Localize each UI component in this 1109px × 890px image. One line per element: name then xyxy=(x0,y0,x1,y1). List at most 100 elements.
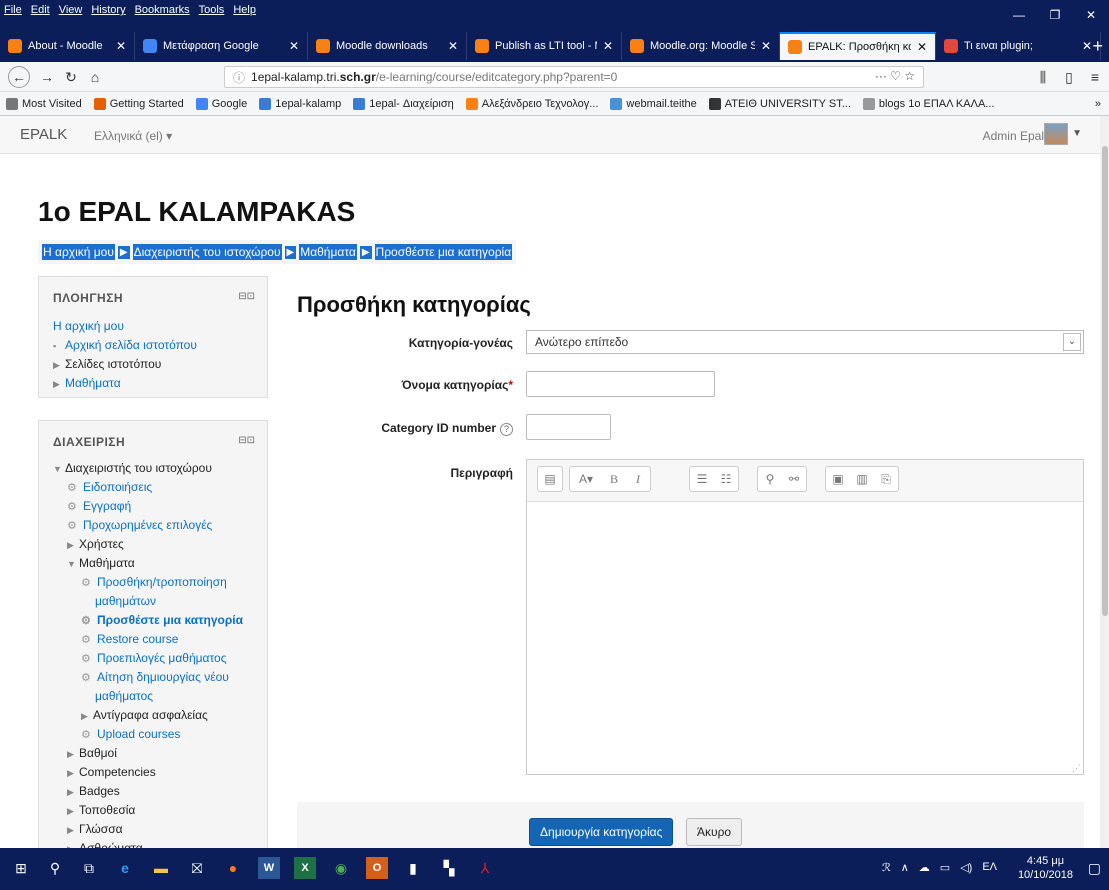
menu-item-help[interactable]: Help xyxy=(233,4,256,16)
outlook-icon[interactable]: O xyxy=(366,857,388,879)
input-language[interactable]: ΕΛ xyxy=(982,861,997,874)
admin-item[interactable]: ⚙ Προχωρημένες επιλογές xyxy=(53,516,259,535)
user-name[interactable]: Admin Epal xyxy=(983,129,1044,143)
tab-1[interactable]: About - Moodle ✕ xyxy=(0,32,135,60)
ordered-list-icon[interactable]: ☷ xyxy=(714,467,738,491)
nav-item[interactable]: Η αρχική μου xyxy=(53,317,259,336)
task-view-icon[interactable]: ⧉ xyxy=(78,857,100,879)
parent-category-select[interactable]: Ανώτερο επίπεδο ⌄ xyxy=(526,330,1084,354)
manage-files-icon[interactable]: ⎘ xyxy=(874,467,898,491)
bookmark-8[interactable]: ΑΤΕΙΘ UNIVERSITY ST... xyxy=(708,97,851,110)
admin-item[interactable]: ▶ Χρήστες xyxy=(53,535,259,554)
bookmark-9[interactable]: blogs 1ο ΕΠΑΛ ΚΑΛΑ... xyxy=(862,97,994,110)
editor-content-area[interactable] xyxy=(527,502,1083,774)
edge-icon[interactable]: e xyxy=(114,857,136,879)
bookmarks-overflow-icon[interactable]: » xyxy=(1095,98,1101,110)
avatar[interactable] xyxy=(1044,123,1068,145)
restore-icon[interactable]: ❐ xyxy=(1037,0,1073,30)
clock[interactable]: 4:45 μμ 10/10/2018 xyxy=(1018,854,1073,882)
breadcrumb-item[interactable]: Μαθήματα xyxy=(299,244,357,260)
admin-item[interactable]: ⚙ Αίτηση δημιουργίας νέου xyxy=(53,668,259,687)
block-controls-icon[interactable]: ⊟⊡ xyxy=(238,435,255,446)
nav-item[interactable]: ▶ Σελίδες ιστοτόπου xyxy=(53,355,259,374)
admin-item[interactable]: ⚙ Ειδοποιήσεις xyxy=(53,478,259,497)
block-controls-icon[interactable]: ⊟⊡ xyxy=(238,291,255,302)
network-app-icon[interactable]: ▚ xyxy=(438,857,460,879)
volume-icon[interactable]: ◁) xyxy=(960,861,972,874)
chevron-down-icon[interactable]: ⌄ xyxy=(1063,333,1081,351)
menu-item-bookmarks[interactable]: Bookmarks xyxy=(135,4,190,16)
scrollbar-thumb[interactable] xyxy=(1102,146,1108,616)
create-category-button[interactable]: Δημιουργία κατηγορίας xyxy=(529,818,674,846)
back-icon[interactable]: ← xyxy=(8,66,30,88)
info-icon[interactable]: ⓘ xyxy=(233,69,245,86)
tab-close-icon[interactable]: ✕ xyxy=(116,39,126,53)
admin-item[interactable]: ▼ Μαθήματα xyxy=(53,554,259,573)
page-scrollbar[interactable] xyxy=(1100,116,1109,848)
image-icon[interactable]: ▣ xyxy=(826,467,850,491)
bookmark-1[interactable]: Most Visited xyxy=(6,97,82,110)
bold-icon[interactable]: B xyxy=(602,467,626,491)
tab-close-icon[interactable]: ✕ xyxy=(917,40,927,54)
site-brand[interactable]: EPALK xyxy=(20,126,67,143)
sidebar-icon[interactable]: ▯ xyxy=(1058,66,1080,88)
admin-item[interactable]: ⚙ Upload courses xyxy=(53,725,259,744)
admin-item[interactable]: ⚙ Προσθήκη/τροποποίηση xyxy=(53,573,259,592)
italic-icon[interactable]: I xyxy=(626,467,650,491)
home-icon[interactable]: ⌂ xyxy=(84,66,106,88)
help-icon[interactable]: ? xyxy=(500,423,513,436)
bookmark-4[interactable]: 1epal-kalamp xyxy=(259,97,341,110)
document-icon[interactable]: ▮ xyxy=(402,857,424,879)
bookmark-3[interactable]: Google xyxy=(195,97,247,110)
people-icon[interactable]: ℛ xyxy=(882,861,891,874)
tab-2[interactable]: Μετάφραση Google ✕ xyxy=(135,32,308,60)
tab-close-icon[interactable]: ✕ xyxy=(1082,39,1092,53)
tab-close-icon[interactable]: ✕ xyxy=(289,39,299,53)
library-icon[interactable]: ⫼ xyxy=(1032,66,1054,88)
admin-item[interactable]: ▶ Τοποθεσία xyxy=(53,801,259,820)
store-icon[interactable]: ⛝ xyxy=(186,857,208,879)
chrome-icon[interactable]: ◉ xyxy=(330,857,352,879)
admin-item[interactable]: μαθήματος xyxy=(53,687,259,706)
word-icon[interactable]: W xyxy=(258,857,280,879)
url-bar[interactable]: ⓘ 1epal-kalamp.tri. sch.gr/e-learning/cou… xyxy=(224,66,924,88)
minimize-icon[interactable]: — xyxy=(1001,0,1037,30)
breadcrumb-item[interactable]: Διαχειριστής του ιστοχώρου xyxy=(132,244,282,260)
search-icon[interactable]: ⚲ xyxy=(44,857,66,879)
admin-item[interactable]: ▶ Competencies xyxy=(53,763,259,782)
bookmark-7[interactable]: webmail.teithe xyxy=(610,97,697,110)
show-hidden-icons-icon[interactable]: ∧ xyxy=(901,861,909,874)
tab-5[interactable]: Moodle.org: Moodle S ✕ xyxy=(622,32,780,60)
admin-item[interactable]: μαθημάτων xyxy=(53,592,259,611)
new-tab-icon[interactable]: + xyxy=(1092,36,1103,57)
admin-item[interactable]: ▶ Γλώσσα xyxy=(53,820,259,839)
admin-item[interactable]: ⚙ Προεπιλογές μαθήματος xyxy=(53,649,259,668)
menu-item-file[interactable]: File xyxy=(4,4,22,16)
excel-icon[interactable]: X xyxy=(294,857,316,879)
admin-item[interactable]: ⚙ Εγγραφή xyxy=(53,497,259,516)
paragraph-style-icon[interactable]: A▾ xyxy=(570,467,602,491)
reload-icon[interactable]: ↻ xyxy=(60,66,82,88)
menu-item-edit[interactable]: Edit xyxy=(31,4,50,16)
firefox-icon[interactable]: ● xyxy=(222,857,244,879)
breadcrumb-item[interactable]: Προσθέστε μια κατηγορία xyxy=(374,244,513,260)
unordered-list-icon[interactable]: ☰ xyxy=(690,467,714,491)
category-name-input[interactable] xyxy=(526,371,715,397)
file-explorer-icon[interactable]: ▬ xyxy=(150,857,172,879)
hamburger-menu-icon[interactable]: ≡ xyxy=(1084,66,1106,88)
battery-icon[interactable]: ▭ xyxy=(940,861,950,874)
unlink-icon[interactable]: ⚯ xyxy=(782,467,806,491)
bookmark-2[interactable]: Getting Started xyxy=(93,97,184,110)
admin-item[interactable]: ▶ Αντίγραφα ασφαλείας xyxy=(53,706,259,725)
windows-start-icon[interactable]: ⊞ xyxy=(10,857,32,879)
tab-3[interactable]: Moodle downloads ✕ xyxy=(308,32,467,60)
action-center-icon[interactable]: ▢ xyxy=(1088,860,1101,877)
close-window-icon[interactable]: ✕ xyxy=(1073,0,1109,30)
show-more-buttons-icon[interactable]: ▤ xyxy=(538,467,562,491)
admin-item[interactable]: ⚙ Προσθέστε μια κατηγορία xyxy=(53,611,259,630)
bookmark-5[interactable]: 1epal- Διαχείριση xyxy=(353,97,454,110)
admin-item[interactable]: ⚙ Restore course xyxy=(53,630,259,649)
nav-item[interactable]: ▶ Μαθήματα xyxy=(53,374,259,393)
user-menu-caret-icon[interactable]: ▼ xyxy=(1072,128,1082,139)
network-icon[interactable]: ☁ xyxy=(919,861,930,874)
